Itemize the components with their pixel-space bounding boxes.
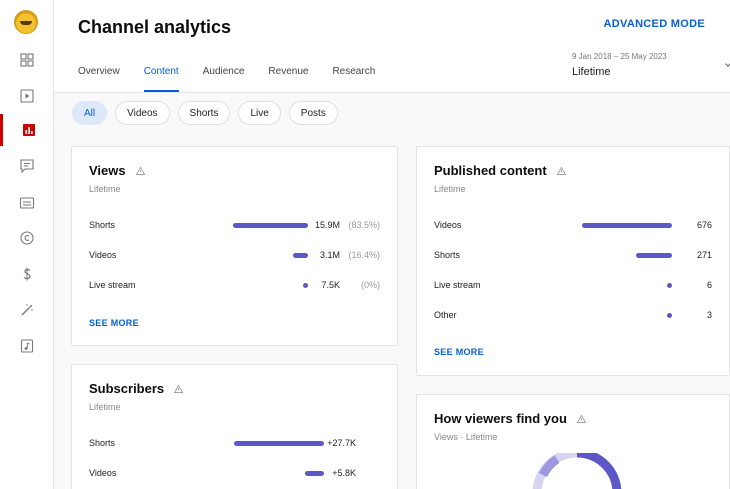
views-bar xyxy=(232,223,308,228)
subscribers-row: Videos +5.8K xyxy=(89,466,380,482)
views-row: Live stream 7.5K (0%) xyxy=(89,278,380,294)
published-content-card: Published content Lifetime Videos 676 Sh… xyxy=(416,146,730,376)
chip-videos[interactable]: Videos xyxy=(115,101,170,125)
viewers-card-title: How viewers find you xyxy=(434,411,567,426)
channel-avatar[interactable] xyxy=(14,10,38,34)
comments-icon xyxy=(20,159,34,174)
published-row: Shorts 271 xyxy=(434,248,712,264)
published-row: Videos 676 xyxy=(434,218,712,234)
row-value: 15.9M xyxy=(314,220,340,230)
subscribers-card-title: Subscribers xyxy=(89,381,165,396)
row-percent: (83.5%) xyxy=(348,220,380,230)
sidebar-item-copyright[interactable] xyxy=(0,222,54,254)
tab-bar: Overview Content Audience Revenue Resear… xyxy=(66,52,387,92)
row-value: +27.7K xyxy=(327,438,356,448)
chevron-down-icon[interactable] xyxy=(725,61,730,67)
row-value: 3 xyxy=(706,310,712,320)
published-bar xyxy=(667,283,672,288)
sidebar-item-analytics[interactable] xyxy=(0,114,54,146)
subscribers-bar xyxy=(305,471,324,476)
row-label: Videos xyxy=(434,220,462,230)
viewers-card: How viewers find you Views · Lifetime xyxy=(416,394,730,489)
earn-icon xyxy=(23,267,31,281)
row-label: Live stream xyxy=(89,280,136,290)
tab-research[interactable]: Research xyxy=(320,52,387,92)
chip-all[interactable]: All xyxy=(72,101,108,125)
tab-revenue[interactable]: Revenue xyxy=(256,52,320,92)
row-value: 7.5K xyxy=(321,280,340,290)
sidebar-item-audio-library[interactable] xyxy=(0,330,54,362)
sidebar-item-dashboard[interactable] xyxy=(0,44,54,76)
content-icon xyxy=(20,89,34,103)
warning-icon xyxy=(556,166,566,175)
copyright-icon xyxy=(20,231,34,245)
subscribers-bar xyxy=(234,441,324,446)
subtitles-icon xyxy=(19,197,35,209)
page-title: Channel analytics xyxy=(78,17,232,37)
row-label: Videos xyxy=(89,250,117,260)
published-bar xyxy=(667,313,672,318)
row-label: Other xyxy=(434,310,457,320)
row-value: 6 xyxy=(706,280,712,290)
tab-audience[interactable]: Audience xyxy=(191,52,257,92)
row-label: Shorts xyxy=(89,438,116,448)
customisation-icon xyxy=(21,304,33,316)
published-bar xyxy=(636,253,672,258)
row-percent: (16.4%) xyxy=(348,250,380,260)
chip-shorts[interactable]: Shorts xyxy=(177,101,231,125)
published-row: Live stream 6 xyxy=(434,278,712,294)
row-label: Shorts xyxy=(89,220,116,230)
views-card-title: Views xyxy=(89,163,126,178)
views-row: Shorts 15.9M (83.5%) xyxy=(89,218,380,234)
row-label: Shorts xyxy=(434,250,461,260)
audio-library-icon xyxy=(20,339,34,353)
tab-content[interactable]: Content xyxy=(132,52,191,92)
warning-icon xyxy=(576,414,586,423)
subscribers-row: Shorts +27.7K xyxy=(89,436,380,452)
views-card: Views Lifetime Shorts 15.9M (83.5%) Vide… xyxy=(71,146,398,346)
views-bar xyxy=(293,253,308,258)
viewers-card-subtitle: Views · Lifetime xyxy=(434,432,498,442)
traffic-source-donut xyxy=(532,453,622,489)
row-label: Videos xyxy=(89,468,117,478)
sidebar-item-comments[interactable] xyxy=(0,150,54,182)
subscribers-card: Subscribers Lifetime Shorts +27.7K Video… xyxy=(71,364,398,489)
date-range-selector[interactable]: Lifetime xyxy=(572,66,611,78)
published-bar xyxy=(582,223,672,228)
warning-icon xyxy=(135,166,145,175)
row-label: Live stream xyxy=(434,280,481,290)
date-range-text[interactable]: 9 Jan 2018 – 25 May 2023 xyxy=(572,52,667,61)
advanced-mode-button[interactable]: ADVANCED MODE xyxy=(604,18,705,30)
views-card-subtitle: Lifetime xyxy=(89,184,121,194)
dashboard-icon xyxy=(20,53,34,67)
chip-posts[interactable]: Posts xyxy=(288,101,338,125)
subscribers-card-subtitle: Lifetime xyxy=(89,402,121,412)
donut-segment xyxy=(576,453,622,489)
sidebar xyxy=(0,0,54,489)
tab-overview[interactable]: Overview xyxy=(66,52,132,92)
row-value: +5.8K xyxy=(332,468,356,478)
published-card-subtitle: Lifetime xyxy=(434,184,466,194)
row-percent: (0%) xyxy=(360,280,380,290)
sidebar-item-customisation[interactable] xyxy=(0,294,54,326)
published-row: Other 3 xyxy=(434,308,712,324)
views-see-more-link[interactable]: SEE MORE xyxy=(89,318,139,328)
analytics-header: Channel analytics ADVANCED MODE Overview… xyxy=(54,0,730,93)
warning-icon xyxy=(174,384,184,393)
row-value: 3.1M xyxy=(319,250,340,260)
views-bar xyxy=(303,283,308,288)
published-see-more-link[interactable]: SEE MORE xyxy=(434,347,484,357)
sidebar-item-earn[interactable] xyxy=(0,258,54,290)
published-card-title: Published content xyxy=(434,163,547,178)
chip-live[interactable]: Live xyxy=(238,101,281,125)
row-value: 676 xyxy=(696,220,712,230)
row-value: 271 xyxy=(696,250,712,260)
analytics-icon xyxy=(22,124,35,136)
views-row: Videos 3.1M (16.4%) xyxy=(89,248,380,264)
content-type-chips: All Videos Shorts Live Posts xyxy=(72,101,338,125)
sidebar-item-content[interactable] xyxy=(0,80,54,112)
sidebar-item-subtitles[interactable] xyxy=(0,187,54,219)
donut-segment xyxy=(538,455,560,478)
